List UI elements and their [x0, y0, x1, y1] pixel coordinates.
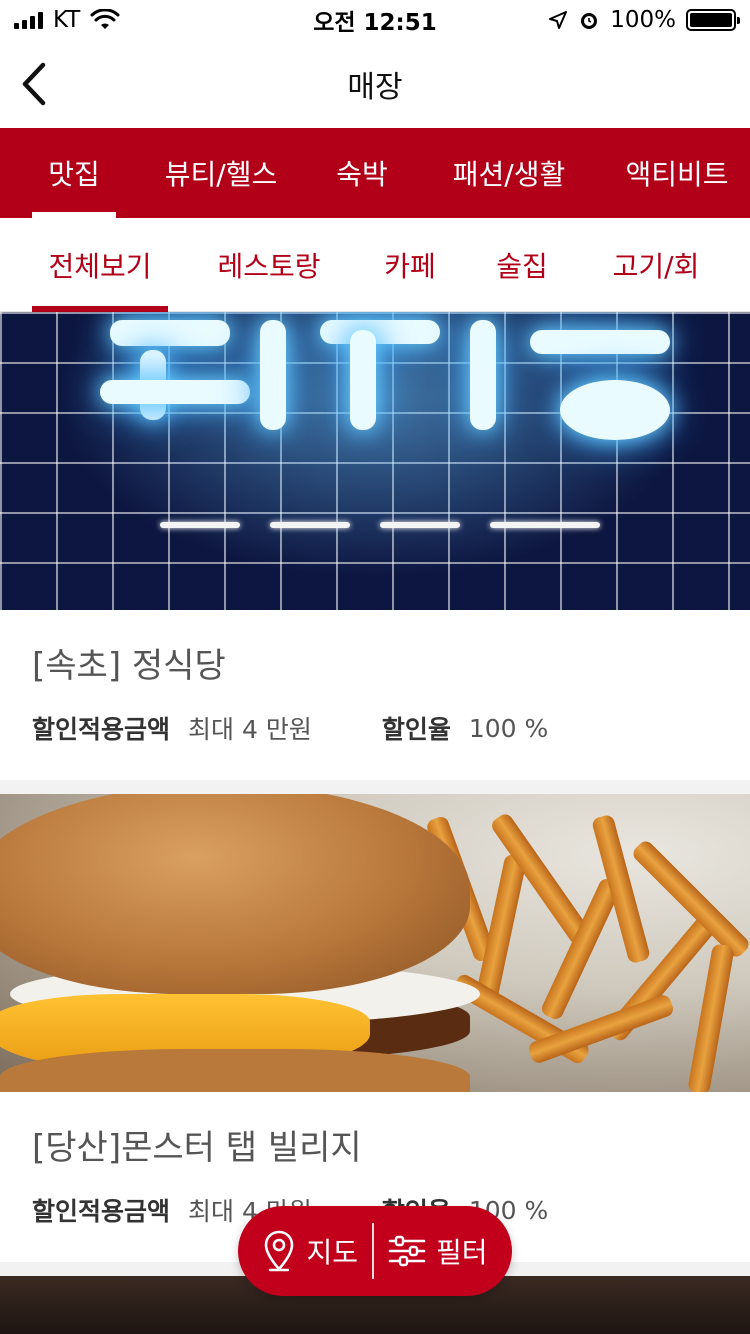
category-tab-label: 액티비트: [625, 158, 729, 191]
burger-bun-top-graphic: [0, 794, 470, 994]
discount-amount-label: 할인적용금액: [32, 1197, 171, 1226]
neon-sign-graphic: [90, 320, 690, 470]
category-tab-label: 맛집: [48, 158, 100, 191]
chevron-left-icon: [22, 62, 46, 106]
wifi-icon: [90, 9, 120, 29]
category-tab-label: 숙박: [336, 158, 388, 191]
status-right: 100%: [548, 7, 740, 33]
status-bar: KT 오전 12:51 100%: [0, 0, 750, 40]
burger-bun-bottom-graphic: [0, 1049, 470, 1092]
sub-tab-label: 고기/회: [612, 249, 700, 283]
map-pin-icon: [265, 1230, 294, 1272]
category-tab-fashion[interactable]: 패션/생활: [446, 128, 572, 218]
map-filter-pill: 지도 필터: [238, 1206, 512, 1296]
battery-fill: [690, 13, 732, 27]
battery-icon: [686, 9, 740, 31]
sub-tab-meat-fish[interactable]: 고기/회: [606, 218, 706, 312]
location-arrow-icon: [549, 11, 568, 29]
discount-rate-value: 100 %: [468, 713, 549, 743]
store-name: [당산]몬스터 탭 빌리지: [32, 1128, 362, 1168]
card-divider: [0, 780, 750, 794]
sub-tab-bar[interactable]: 술집: [492, 218, 552, 312]
store-card[interactable]: [속초] 정식당 할인적용금액 최대 4 만원 할인율 100 %: [0, 312, 750, 780]
sliders-icon: [388, 1235, 426, 1267]
back-button[interactable]: [14, 58, 54, 110]
store-image: [0, 312, 750, 610]
nav-bar: 매장: [0, 40, 750, 128]
discount-amount-value: 최대 4 만원: [188, 715, 312, 744]
sub-tab-label: 술집: [496, 249, 548, 283]
discount-rate-label: 할인율: [381, 715, 451, 744]
filter-button[interactable]: 필터: [374, 1206, 502, 1296]
alarm-icon: [581, 13, 598, 29]
page-title: 매장: [347, 70, 403, 105]
category-tabs: 맛집 뷰티/헬스 숙박 패션/생활 액티비트: [0, 128, 750, 218]
category-tab-beauty[interactable]: 뷰티/헬스: [160, 128, 282, 218]
category-tab-label: 패션/생활: [452, 158, 566, 191]
category-tab-lodging[interactable]: 숙박: [328, 128, 396, 218]
fries-graphic: [425, 794, 750, 1092]
category-tab-activity[interactable]: 액티비트: [620, 128, 734, 218]
map-button[interactable]: 지도: [248, 1206, 372, 1296]
filter-button-label: 필터: [436, 1236, 488, 1269]
sub-tab-cafe[interactable]: 카페: [380, 218, 440, 312]
category-tab-label: 뷰티/헬스: [164, 158, 278, 191]
status-left: KT: [14, 7, 120, 33]
sub-tab-restaurant[interactable]: 레스토랑: [212, 218, 326, 312]
signal-icon: [14, 11, 43, 29]
sub-tab-label: 전체보기: [48, 249, 152, 283]
store-card[interactable]: [당산]몬스터 탭 빌리지 할인적용금액 최대 4 만원 할인율 100 %: [0, 794, 750, 1262]
neon-subtitle-graphic: [160, 502, 600, 546]
category-tab-restaurant[interactable]: 맛집: [32, 128, 116, 218]
store-meta: 할인적용금액 최대 4 만원 할인율 100 %: [32, 710, 718, 746]
discount-amount-label: 할인적용금액: [32, 715, 171, 744]
map-button-label: 지도: [306, 1236, 358, 1269]
sub-tab-label: 레스토랑: [217, 249, 321, 283]
carrier-label: KT: [53, 7, 81, 33]
store-image: [0, 794, 750, 1092]
sub-tab-all[interactable]: 전체보기: [32, 218, 168, 312]
battery-percent: 100%: [610, 7, 676, 33]
sub-tab-label: 카페: [384, 249, 436, 283]
store-name: [속초] 정식당: [32, 646, 226, 686]
sub-tabs: 전체보기 레스토랑 카페 술집 고기/회: [0, 218, 750, 312]
store-info: [속초] 정식당 할인적용금액 최대 4 만원 할인율 100 %: [0, 646, 750, 746]
